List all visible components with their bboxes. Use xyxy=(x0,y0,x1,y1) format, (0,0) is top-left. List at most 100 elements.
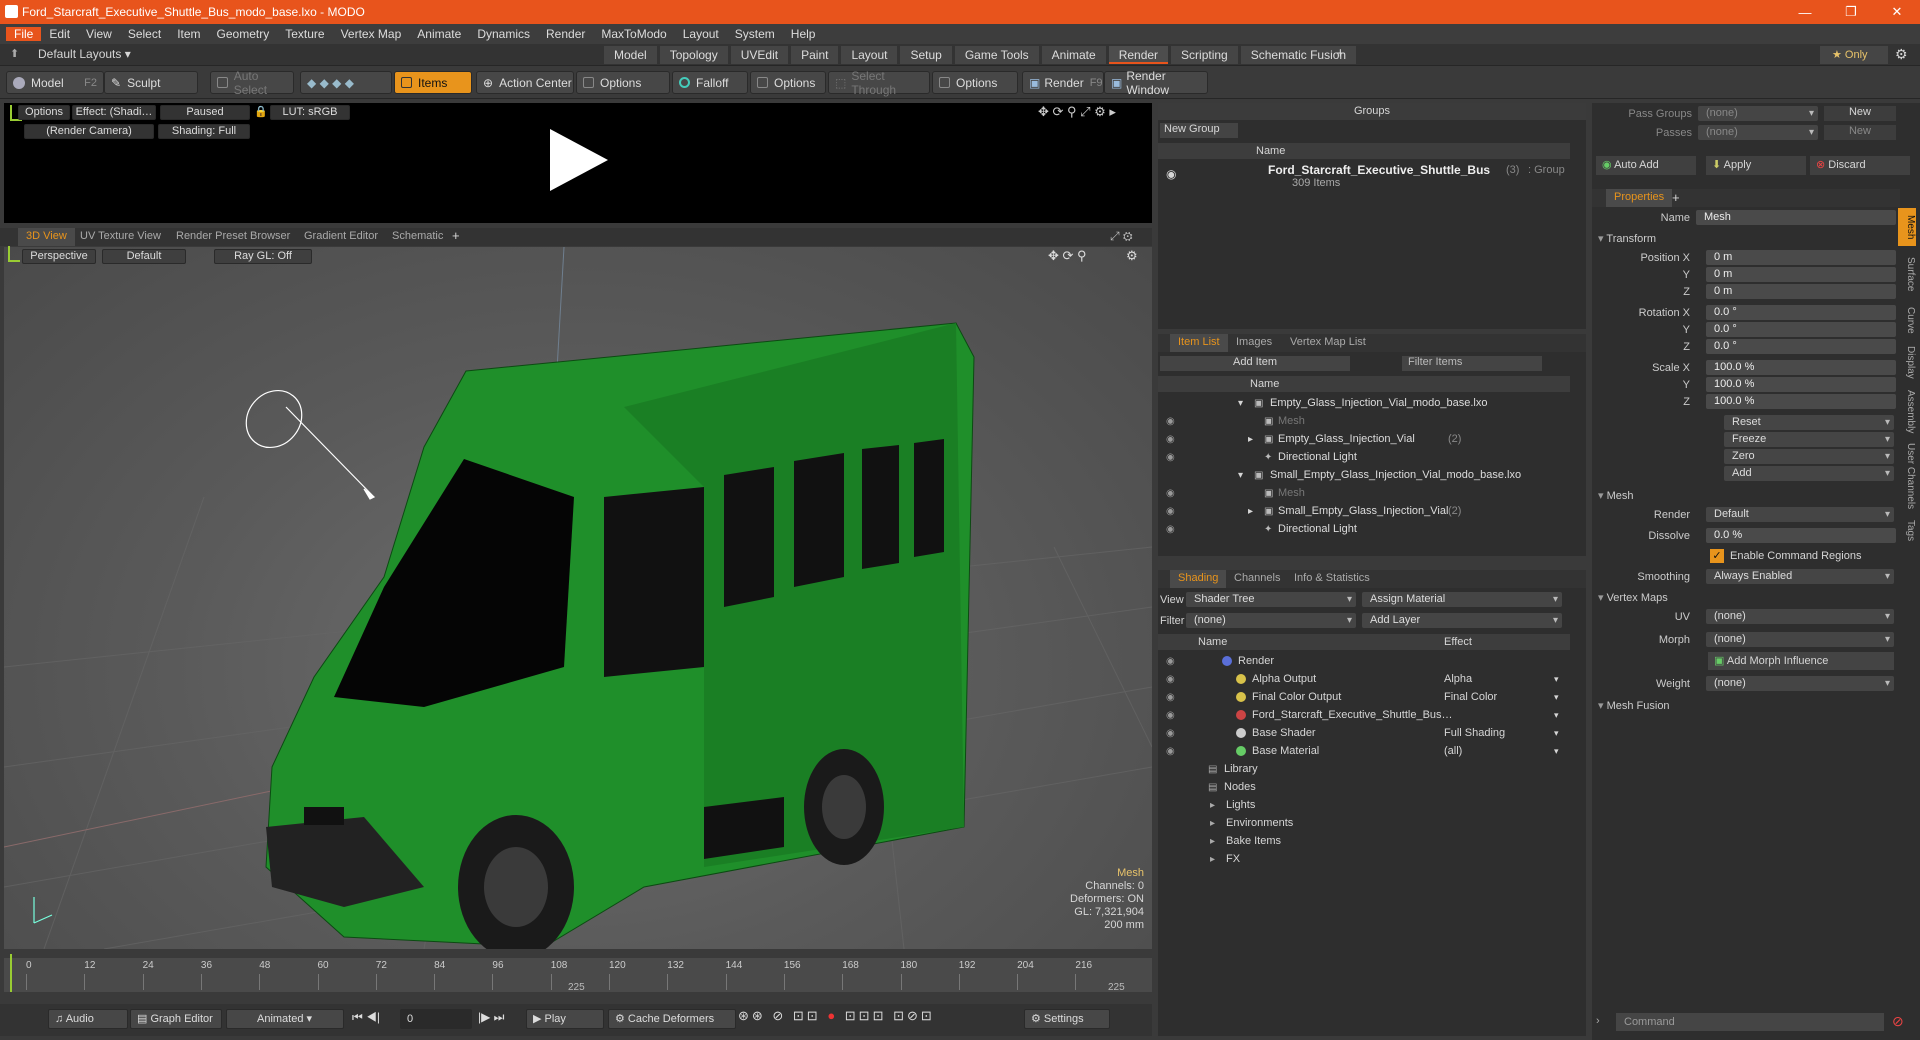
only-toggle[interactable]: ★ Only xyxy=(1820,46,1888,64)
position-x-field[interactable]: 0 m xyxy=(1706,250,1896,265)
dissolve-field[interactable]: 0.0 % xyxy=(1706,528,1896,543)
menu-maxtomodo[interactable]: MaxToModo xyxy=(593,27,674,41)
vertex-maps-section[interactable]: Vertex Maps xyxy=(1598,591,1668,604)
add-morph-influence-button[interactable]: ▣ Add Morph Influence xyxy=(1708,652,1894,670)
add-transform-dropdown[interactable]: Add xyxy=(1724,466,1894,481)
effect-dropdown-icon[interactable]: ▾ xyxy=(1554,746,1559,757)
item-list-row[interactable]: ▾ ▣ Small_Empty_Glass_Injection_Vial_modo_… xyxy=(1158,466,1570,484)
zero-dropdown[interactable]: Zero xyxy=(1724,449,1894,464)
add-layer-dropdown[interactable]: Add Layer xyxy=(1362,613,1562,628)
menu-item[interactable]: Item xyxy=(169,27,208,41)
layout-tab-setup[interactable]: Setup xyxy=(900,46,952,64)
expand-arrow-icon[interactable]: ▸ xyxy=(1210,854,1215,865)
shader-effect[interactable]: Final Color xyxy=(1444,691,1548,703)
layout-tab-scripting[interactable]: Scripting xyxy=(1171,46,1238,64)
shader-row[interactable]: ▤ Nodes xyxy=(1158,778,1570,796)
expand-arrow-icon[interactable]: ▸ xyxy=(1248,506,1253,517)
shader-effect[interactable]: (all) xyxy=(1444,745,1548,757)
side-tab-curve[interactable]: Curve xyxy=(1898,302,1916,338)
transport-back-icons[interactable]: ⏮ ◀| xyxy=(352,1010,380,1025)
auto-add-button[interactable]: ◉ Auto Add xyxy=(1596,156,1696,175)
add-layout-tab-button[interactable]: + xyxy=(1336,45,1345,62)
scale-x-field[interactable]: 100.0 % xyxy=(1706,360,1896,375)
add-properties-tab[interactable]: + xyxy=(1672,190,1680,205)
tab-uv-texture-view[interactable]: UV Texture View xyxy=(72,228,169,246)
layout-tab-model[interactable]: Model xyxy=(604,46,657,64)
effect-dropdown[interactable]: Effect: (Shadi… xyxy=(72,105,156,120)
folder-icon[interactable]: ▤ xyxy=(1208,782,1217,793)
render-dropdown[interactable]: Default xyxy=(1706,507,1894,522)
effect-dropdown-icon[interactable]: ▾ xyxy=(1554,692,1559,703)
preview-options-button[interactable]: Options xyxy=(18,105,70,120)
menu-select[interactable]: Select xyxy=(120,27,169,41)
tab-3d-view[interactable]: 3D View xyxy=(18,228,75,246)
tab-info-statistics[interactable]: Info & Statistics xyxy=(1286,570,1378,588)
auto-select-button[interactable]: Auto Select xyxy=(210,69,294,97)
maximize-button[interactable]: ❐ xyxy=(1828,0,1874,24)
morph-dropdown[interactable]: (none) xyxy=(1706,632,1894,647)
close-button[interactable]: ✕ xyxy=(1874,0,1920,24)
sculpt-mode-button[interactable]: ✎ Sculpt xyxy=(104,71,198,94)
menu-file[interactable]: File xyxy=(6,27,42,41)
menu-edit[interactable]: Edit xyxy=(41,27,78,41)
layout-tab-topology[interactable]: Topology xyxy=(659,46,728,64)
menu-animate[interactable]: Animate xyxy=(409,27,469,41)
discard-button[interactable]: ⊗ Discard xyxy=(1810,156,1910,175)
items-mode-button[interactable]: Items xyxy=(394,71,472,94)
shader-row[interactable]: ▸ Environments xyxy=(1158,814,1570,832)
shader-row[interactable]: ▸ Bake Items xyxy=(1158,832,1570,850)
tab-item-list[interactable]: Item List xyxy=(1170,334,1228,352)
layout-tab-render[interactable]: Render xyxy=(1108,46,1169,64)
selection-mode-group[interactable]: ◆ ◆ ◆ ◆ xyxy=(300,71,392,94)
visibility-eye-icon[interactable]: ◉ xyxy=(1166,434,1175,445)
menu-geometry[interactable]: Geometry xyxy=(209,27,278,41)
settings-button[interactable]: ⚙ Settings xyxy=(1024,1009,1110,1029)
expand-arrow-icon[interactable]: ▸ xyxy=(1210,800,1215,811)
assign-material-dropdown[interactable]: Assign Material xyxy=(1362,592,1562,607)
weight-dropdown[interactable]: (none) xyxy=(1706,676,1894,691)
falloff-options[interactable]: Options xyxy=(750,71,826,94)
expand-arrow-icon[interactable]: ▸ xyxy=(1210,836,1215,847)
side-tab-tags[interactable]: Tags xyxy=(1898,514,1916,548)
item-list-row[interactable]: ◉ ▸ ▣ Small_Empty_Glass_Injection_Vial (2) xyxy=(1158,502,1570,520)
item-list-row[interactable]: ◉ ▣ Mesh xyxy=(1158,412,1570,430)
mesh-section[interactable]: Mesh xyxy=(1598,489,1634,502)
expand-arrow-icon[interactable]: ▸ xyxy=(1210,818,1215,829)
visibility-eye-icon[interactable]: ◉ xyxy=(1166,710,1175,721)
menu-system[interactable]: System xyxy=(727,27,783,41)
render-window-button[interactable]: ▣ Render Window xyxy=(1104,69,1208,97)
expand-arrow-icon[interactable]: ▸ xyxy=(1248,434,1253,445)
shader-row[interactable]: ◉ Ford_Starcraft_Executive_Shuttle_Bus… ▾ xyxy=(1158,706,1570,724)
model-mode-button[interactable]: Model F2 xyxy=(6,71,104,94)
layout-tab-game-tools[interactable]: Game Tools xyxy=(954,46,1039,64)
transport-forward-icons[interactable]: |▶ ⏭ xyxy=(478,1010,504,1025)
tab-images[interactable]: Images xyxy=(1228,334,1280,352)
layout-tab-animate[interactable]: Animate xyxy=(1041,46,1106,64)
shader-row[interactable]: ◉ Base Shader Full Shading ▾ xyxy=(1158,724,1570,742)
default-layouts-dropdown[interactable]: Default Layouts ▾ xyxy=(38,47,131,61)
menu-render[interactable]: Render xyxy=(538,27,593,41)
item-list-row[interactable]: ◉ ▣ Mesh xyxy=(1158,484,1570,502)
play-button[interactable]: ▶ Play xyxy=(526,1009,604,1029)
select-through-button[interactable]: ⬚ Select Through xyxy=(828,69,930,97)
new-group-button[interactable]: New Group xyxy=(1160,123,1238,138)
tab-shading[interactable]: Shading xyxy=(1170,570,1227,588)
shader-row[interactable]: ▤ Library xyxy=(1158,760,1570,778)
effect-dropdown-icon[interactable]: ▾ xyxy=(1554,728,1559,739)
layout-menu-icon[interactable]: ⬆ xyxy=(10,47,19,60)
side-tab-surface[interactable]: Surface xyxy=(1898,248,1916,300)
play-icon[interactable] xyxy=(544,125,614,195)
position-y-field[interactable]: 0 m xyxy=(1706,267,1896,282)
select-through-options[interactable]: Options xyxy=(932,71,1018,94)
visibility-eye-icon[interactable]: ◉ xyxy=(1166,728,1175,739)
shader-effect[interactable]: Full Shading xyxy=(1444,727,1548,739)
item-list-row[interactable]: ◉ ✦ Directional Light xyxy=(1158,448,1570,466)
expand-arrow-icon[interactable]: ▾ xyxy=(1238,398,1243,409)
transform-section[interactable]: Transform xyxy=(1598,232,1656,245)
menu-vertex-map[interactable]: Vertex Map xyxy=(333,27,410,41)
action-center-options[interactable]: Options xyxy=(576,71,670,94)
pass-groups-dropdown[interactable]: (none) xyxy=(1698,106,1818,121)
rotation-y-field[interactable]: 0.0 ° xyxy=(1706,322,1896,337)
viewport-gear-icon[interactable]: ⚙ xyxy=(1126,248,1138,264)
3d-viewport[interactable]: Perspective Default Ray GL: Off ✥ ⟳ ⚲ ⚙ … xyxy=(4,246,1152,949)
